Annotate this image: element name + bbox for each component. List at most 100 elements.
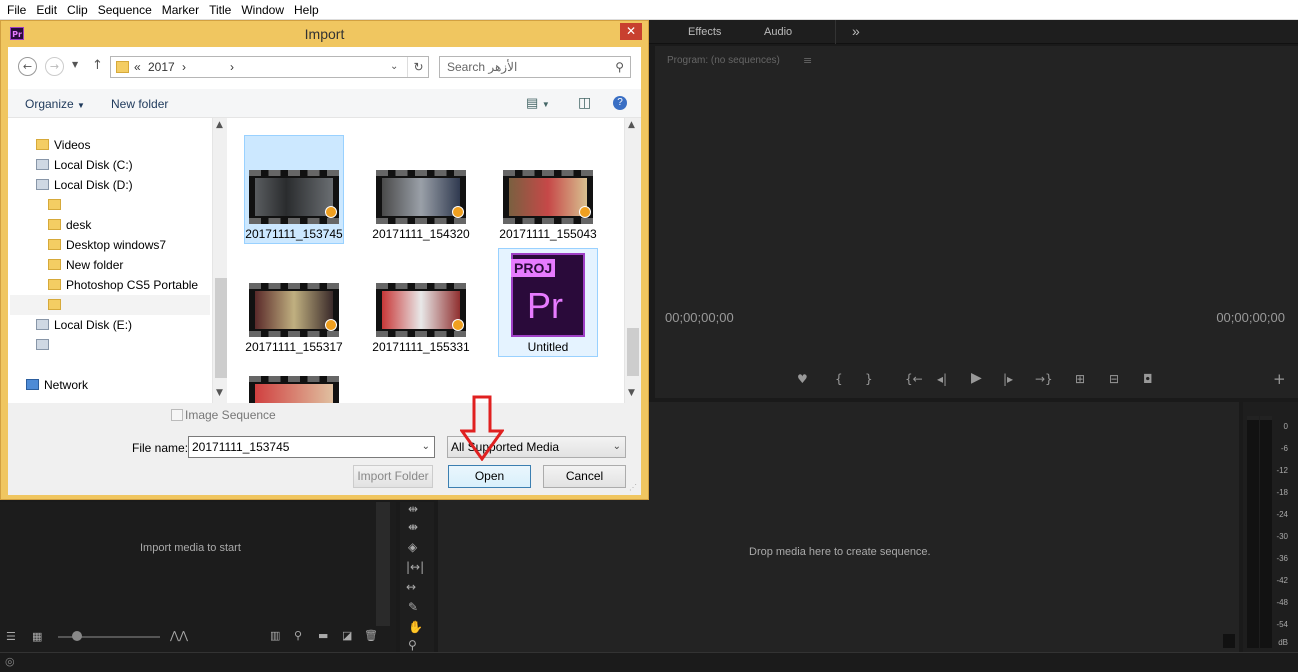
play-icon[interactable]: ▶ (971, 370, 982, 386)
recent-locations-icon[interactable]: ▼ (72, 60, 78, 69)
hand-tool-icon[interactable]: ✋ (408, 620, 423, 634)
cancel-button[interactable]: Cancel (543, 465, 626, 488)
close-icon[interactable]: ✕ (620, 23, 642, 40)
step-forward-icon[interactable]: |▸ (1003, 372, 1013, 386)
meter-18: -18 (1276, 488, 1288, 497)
drive-icon (36, 159, 49, 170)
file-item-partial[interactable] (244, 376, 344, 403)
menu-clip[interactable]: Clip (67, 3, 88, 17)
nav-item-videos[interactable]: Videos (36, 135, 90, 155)
step-back-icon[interactable]: ◂| (937, 372, 947, 386)
add-button-icon[interactable]: + (1273, 370, 1286, 388)
address-segment[interactable]: 2017 (148, 57, 175, 77)
file-type-dropdown-icon: ⌄ (612, 441, 621, 452)
menu-help[interactable]: Help (294, 3, 319, 17)
menu-title[interactable]: Title (209, 3, 231, 17)
menu-window[interactable]: Window (241, 3, 284, 17)
scroll-down-icon[interactable]: ▼ (628, 388, 635, 398)
new-bin-icon[interactable]: ▬ (318, 629, 328, 642)
timecode-current[interactable]: 00;00;00;00 (665, 310, 734, 325)
forward-icon[interactable]: → (45, 57, 64, 76)
zoom-tool-icon[interactable]: ⚲ (408, 638, 417, 652)
nav-item-new-folder[interactable]: New folder (48, 255, 123, 275)
scroll-up-icon[interactable]: ▲ (216, 120, 223, 130)
overwrite-icon[interactable]: ⊟ (1109, 372, 1119, 386)
menu-file[interactable]: File (7, 3, 26, 17)
nav-item-folder-2[interactable] (10, 295, 210, 315)
new-item-icon[interactable]: ◪ (342, 629, 352, 642)
up-folder-icon[interactable]: ↑ (92, 58, 103, 73)
tab-effects[interactable]: Effects (688, 26, 721, 38)
image-sequence-checkbox[interactable] (171, 409, 183, 421)
nav-item-local-disk-c[interactable]: Local Disk (C:) (36, 155, 133, 175)
list-view-icon[interactable]: ☰ (6, 630, 16, 643)
content-scrollbar[interactable]: ▲ ▼ (624, 118, 641, 403)
new-folder-button[interactable]: New folder (111, 97, 168, 111)
scroll-thumb[interactable] (215, 278, 227, 378)
icon-view-icon[interactable]: ▦ (32, 630, 42, 643)
change-view-icon[interactable]: ▤ ▼ (526, 95, 550, 111)
address-separator-2[interactable]: › (230, 57, 234, 77)
tabs-overflow-icon[interactable]: » (852, 23, 860, 39)
search-input[interactable]: Search الأزهر ⚲ (439, 56, 631, 78)
scroll-down-icon[interactable]: ▼ (216, 388, 223, 398)
menu-marker[interactable]: Marker (162, 3, 199, 17)
razor-tool-icon[interactable]: ◈ (408, 540, 417, 554)
export-frame-icon[interactable]: ◘ (1143, 372, 1153, 386)
address-dropdown-icon[interactable]: ⌄ (390, 57, 398, 77)
program-menu-icon[interactable]: ≡ (803, 54, 812, 67)
address-separator[interactable]: › (182, 57, 186, 77)
project-file-item[interactable]: PROJ Pr Untitled (498, 248, 598, 357)
find-icon[interactable]: ⚲ (294, 629, 302, 642)
nav-item-network[interactable]: Network (26, 375, 88, 395)
nav-item-local-disk-d[interactable]: Local Disk (D:) (36, 175, 133, 195)
mark-out-icon[interactable]: } (865, 372, 873, 386)
automate-icon[interactable]: ▥ (270, 629, 280, 642)
nav-item-drive[interactable] (36, 335, 54, 355)
file-item[interactable]: 20171111_153745 (244, 135, 344, 244)
menu-edit[interactable]: Edit (36, 3, 57, 17)
file-item[interactable]: 20171111_155043 (498, 135, 598, 244)
address-bar[interactable]: « 2017 › › ⌄ ↻ (110, 56, 429, 78)
file-name-dropdown-icon[interactable]: ⌄ (422, 437, 430, 457)
slide-tool-icon[interactable]: ↔ (406, 580, 416, 594)
insert-icon[interactable]: ⊞ (1075, 372, 1085, 386)
ripple-edit-tool-icon[interactable]: ⇹ (408, 502, 418, 516)
nav-item-local-disk-e[interactable]: Local Disk (E:) (36, 315, 132, 335)
zoom-handle[interactable] (72, 631, 82, 641)
sort-icon[interactable]: ⋀⋀ (170, 629, 188, 642)
preview-pane-icon[interactable]: ◫ (578, 94, 591, 111)
resize-grip-icon[interactable]: ⋰ (629, 483, 637, 492)
help-icon[interactable]: ? (613, 96, 627, 110)
back-icon[interactable]: ← (18, 57, 37, 76)
project-hint: Import media to start (140, 542, 241, 554)
pen-tool-icon[interactable]: ✎ (408, 600, 418, 614)
status-bar: ◎ (0, 652, 1298, 672)
scroll-thumb[interactable] (627, 328, 639, 376)
nav-item-desk[interactable]: desk (48, 215, 91, 235)
organize-button[interactable]: Organize ▼ (25, 97, 85, 111)
file-item[interactable]: 20171111_154320 (371, 135, 471, 244)
menu-sequence[interactable]: Sequence (98, 3, 152, 17)
drive-icon (36, 179, 49, 190)
nav-item-photoshop[interactable]: Photoshop CS5 Portable (48, 275, 198, 295)
file-item[interactable]: 20171111_155317 (244, 248, 344, 357)
mark-in-icon[interactable]: { (835, 372, 843, 386)
nav-item-desktop-windows7[interactable]: Desktop windows7 (48, 235, 166, 255)
open-button[interactable]: Open (448, 465, 531, 488)
file-name-input[interactable]: 20171111_153745 ⌄ (188, 436, 435, 458)
go-to-in-icon[interactable]: {← (905, 372, 923, 386)
refresh-icon[interactable]: ↻ (407, 57, 429, 77)
clear-icon[interactable]: 🗑 (364, 629, 378, 642)
go-to-out-icon[interactable]: →} (1035, 372, 1053, 386)
nav-item-folder[interactable] (48, 195, 66, 215)
add-marker-icon[interactable]: ♥ (797, 372, 808, 386)
timeline-scrollbar[interactable] (1223, 634, 1235, 648)
scroll-up-icon[interactable]: ▲ (628, 120, 635, 130)
tab-audio[interactable]: Audio (764, 26, 792, 38)
rolling-edit-tool-icon[interactable]: ⇼ (408, 520, 418, 534)
import-folder-button[interactable]: Import Folder (353, 465, 433, 488)
project-scrollbar[interactable] (376, 502, 390, 626)
file-item[interactable]: 20171111_155331 (371, 248, 471, 357)
slip-tool-icon[interactable]: |↔| (406, 560, 424, 574)
